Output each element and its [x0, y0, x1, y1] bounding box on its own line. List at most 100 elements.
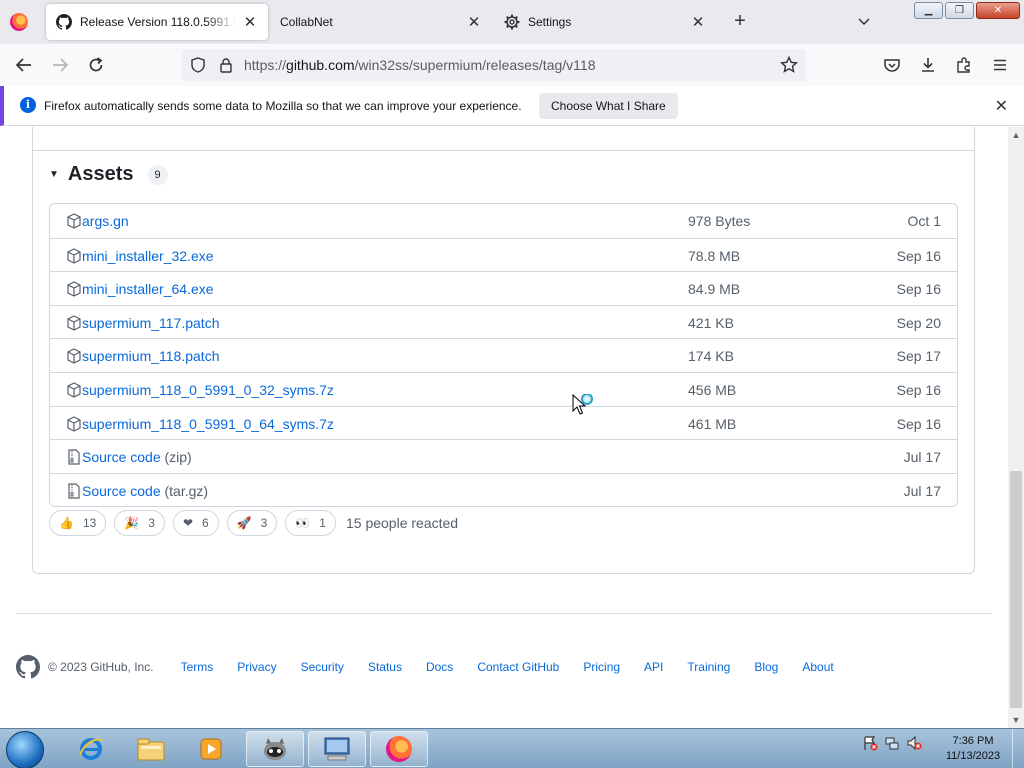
asset-size: 421 KB	[688, 314, 734, 331]
footer-link-contact-github[interactable]: Contact GitHub	[477, 660, 559, 674]
volume-muted-icon[interactable]	[906, 735, 922, 751]
url-path: /win32ss/supermium/releases/tag/v118	[354, 57, 596, 73]
firefox-menu-icon[interactable]	[10, 13, 28, 31]
footer-link-blog[interactable]: Blog	[754, 660, 778, 674]
shield-icon[interactable]	[190, 57, 206, 76]
tab-title: Release Version 118.0.5991.0 · win32ss/s…	[80, 15, 236, 29]
show-desktop-button[interactable]	[1012, 729, 1024, 768]
asset-date: Sep 17	[896, 348, 941, 365]
raccoon-app-icon[interactable]	[246, 731, 304, 767]
asset-date: Jul 17	[903, 449, 941, 466]
asset-size: 978 Bytes	[688, 213, 751, 229]
chevron-down-icon[interactable]	[856, 14, 872, 30]
reaction-count: 3	[148, 516, 155, 530]
media-player-icon[interactable]	[182, 731, 240, 767]
taskbar-clock[interactable]: 7:36 PM 11/13/2023	[938, 734, 1008, 764]
footer-link-terms[interactable]: Terms	[181, 660, 214, 674]
reaction-count: 13	[82, 516, 97, 530]
thumbs-up-emoji-icon: 👍	[59, 516, 74, 530]
assets-count-badge: 9	[147, 164, 168, 185]
scroll-up-arrow-icon[interactable]: ▲	[1008, 127, 1024, 143]
firefox-taskbar-icon[interactable]	[370, 731, 428, 767]
url-host: github.com	[286, 57, 355, 73]
asset-download-link[interactable]: supermium_118.patch	[82, 348, 219, 364]
reaction-heart-button[interactable]: ❤ 6	[172, 510, 219, 536]
asset-date: Sep 20	[896, 314, 941, 331]
reaction-hooray-button[interactable]: 🎉 3	[114, 510, 165, 536]
maximize-icon[interactable]: ❐	[945, 2, 974, 19]
hamburger-menu-icon[interactable]	[990, 55, 1010, 75]
new-tab-plus-icon[interactable]: +	[730, 11, 750, 32]
pocket-icon[interactable]	[882, 55, 902, 75]
tab-release[interactable]: Release Version 118.0.5991.0 · win32ss/s…	[46, 4, 268, 40]
gear-icon	[504, 14, 520, 30]
asset-download-link[interactable]: mini_installer_64.exe	[82, 281, 214, 297]
asset-download-link[interactable]: supermium_118_0_5991_0_64_syms.7z	[82, 416, 334, 432]
reaction-rocket-button[interactable]: 🚀 3	[226, 510, 278, 536]
action-center-flag-icon[interactable]	[862, 735, 878, 751]
footer-link-api[interactable]: API	[644, 660, 663, 674]
tab-collabnet[interactable]: CollabNet ✕	[270, 4, 492, 40]
asset-date: Sep 16	[896, 247, 941, 264]
asset-format: (zip)	[160, 449, 192, 466]
back-arrow-icon[interactable]	[14, 55, 34, 75]
asset-name: mini_installer_64.exe	[82, 281, 214, 298]
page-content: ▼ Assets 9 args.gn 978 Bytes Oct 1 mini_ins…	[0, 127, 1008, 728]
asset-date: Oct 1	[907, 213, 941, 229]
footer-link-pricing[interactable]: Pricing	[583, 660, 620, 674]
asset-download-link[interactable]: supermium_118_0_5991_0_32_syms.7z	[82, 382, 334, 398]
footer-link-security[interactable]: Security	[301, 660, 344, 674]
reaction-thumbs-up-button[interactable]: 👍 13	[49, 510, 107, 536]
close-tab-icon[interactable]: ✕	[690, 14, 706, 31]
file-zip-icon	[66, 449, 82, 465]
extensions-puzzle-icon[interactable]	[954, 55, 974, 75]
asset-name: mini_installer_32.exe	[82, 247, 214, 264]
close-window-icon[interactable]: ✕	[976, 2, 1020, 19]
asset-download-link[interactable]: Source code (zip)	[82, 449, 192, 465]
minimize-icon[interactable]: ▁	[914, 2, 943, 19]
scroll-thumb[interactable]	[1010, 471, 1022, 708]
close-tab-icon[interactable]: ✕	[242, 14, 258, 31]
heart-emoji-icon: ❤	[182, 516, 194, 530]
asset-download-link[interactable]: supermium_117.patch	[82, 315, 219, 331]
system-tray	[862, 735, 922, 751]
close-icon[interactable]: ✕	[995, 96, 1008, 116]
asset-row: args.gn 978 Bytes Oct 1	[50, 204, 957, 238]
footer-link-status[interactable]: Status	[368, 660, 402, 674]
asset-format: (tar.gz)	[160, 482, 209, 499]
file-explorer-icon[interactable]	[122, 731, 180, 767]
vertical-scrollbar[interactable]: ▲ ▼	[1008, 127, 1024, 728]
github-logo-icon[interactable]	[16, 655, 41, 679]
choose-what-i-share-button[interactable]: Choose What I Share	[539, 93, 678, 119]
footer-link-docs[interactable]: Docs	[426, 660, 453, 674]
internet-explorer-icon[interactable]	[62, 731, 120, 767]
footer-link-privacy[interactable]: Privacy	[237, 660, 276, 674]
scroll-down-arrow-icon[interactable]: ▼	[1008, 712, 1024, 728]
tab-settings[interactable]: Settings ✕	[494, 4, 716, 40]
lock-icon[interactable]	[218, 57, 234, 76]
url-text: https://github.com/win32ss/supermium/rel…	[244, 57, 595, 73]
asset-download-link[interactable]: args.gn	[82, 213, 129, 229]
navigation-toolbar: https://github.com/win32ss/supermium/rel…	[0, 44, 1024, 86]
forward-arrow-icon[interactable]	[50, 55, 70, 75]
url-bar[interactable]: https://github.com/win32ss/supermium/rel…	[182, 49, 806, 81]
close-tab-icon[interactable]: ✕	[466, 14, 482, 31]
asset-size: 174 KB	[688, 348, 734, 365]
asset-name: supermium_118_0_5991_0_64_syms.7z	[82, 415, 334, 432]
footer-link-training[interactable]: Training	[687, 660, 730, 674]
asset-download-link[interactable]: Source code (tar.gz)	[82, 483, 208, 499]
footer-link-about[interactable]: About	[802, 660, 833, 674]
assets-header[interactable]: ▼ Assets 9	[49, 163, 168, 186]
asset-download-link[interactable]: mini_installer_32.exe	[82, 248, 214, 264]
network-icon[interactable]	[884, 735, 900, 751]
package-icon	[66, 247, 82, 264]
bookmark-star-icon[interactable]	[779, 55, 799, 77]
start-button[interactable]	[6, 731, 44, 768]
file-zip-icon	[66, 483, 82, 499]
reaction-eyes-button[interactable]: 👀 1	[285, 510, 336, 536]
caret-down-icon[interactable]: ▼	[49, 169, 59, 180]
download-icon[interactable]	[918, 55, 938, 75]
remote-desktop-icon[interactable]	[308, 731, 366, 767]
asset-row: supermium_118.patch 174 KB Sep 17	[50, 338, 957, 372]
reload-icon[interactable]	[86, 55, 106, 75]
